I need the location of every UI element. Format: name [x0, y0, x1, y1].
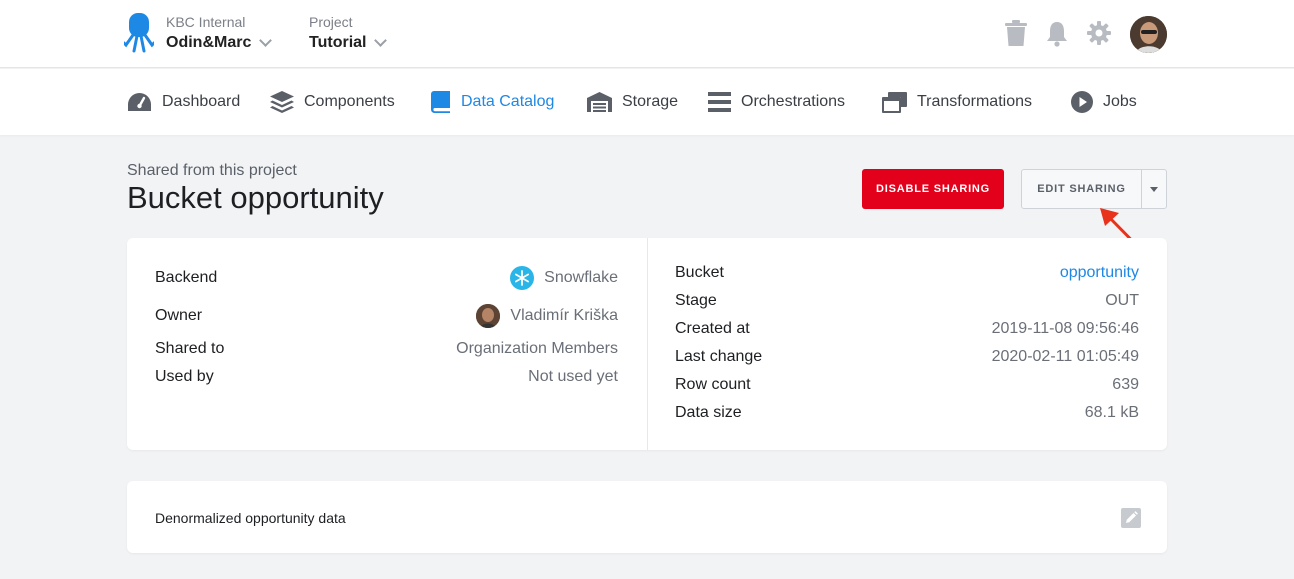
info-key: Data size — [675, 404, 742, 421]
nav-item-transformations[interactable]: Transformations — [882, 91, 1032, 113]
project-label: Project — [309, 14, 353, 30]
info-key: Bucket — [675, 264, 724, 281]
bucket-link[interactable]: opportunity — [1060, 264, 1139, 282]
description-text: Denormalized opportunity data — [155, 510, 346, 526]
info-value: 2019-11-08 09:56:46 — [991, 320, 1139, 337]
info-value: OUT — [1105, 292, 1139, 309]
info-key: Created at — [675, 320, 750, 337]
bucket-info-card: Backend Snowflake Owner Vladimír Kriška … — [127, 238, 1167, 450]
layers-icon — [270, 91, 294, 113]
info-row-data-size: Data size 68.1 kB — [675, 402, 1139, 424]
user-avatar[interactable] — [1130, 16, 1167, 53]
play-circle-icon — [1071, 91, 1093, 113]
keboola-logo-icon[interactable] — [124, 13, 154, 55]
info-value: Organization Members — [456, 340, 618, 357]
nav-item-label: Dashboard — [162, 93, 241, 110]
organization-switcher[interactable]: KBC Internal Odin&Marc — [166, 14, 273, 54]
info-key: Backend — [155, 269, 218, 286]
bell-icon[interactable] — [1046, 21, 1068, 47]
info-value: 639 — [1112, 376, 1139, 393]
page-title: Bucket opportunity — [127, 180, 384, 215]
nav-item-jobs[interactable]: Jobs — [1071, 91, 1137, 113]
nav-item-storage[interactable]: Storage — [587, 91, 678, 113]
info-row-created-at: Created at 2019-11-08 09:56:46 — [675, 318, 1139, 340]
nav-item-label: Jobs — [1103, 93, 1137, 110]
info-row-shared-to: Shared to Organization Members — [155, 338, 618, 360]
nav-item-label: Orchestrations — [741, 93, 846, 110]
edit-sharing-button[interactable]: EDIT SHARING — [1021, 169, 1142, 209]
info-value: Not used yet — [528, 368, 618, 385]
nav-item-label: Components — [304, 93, 395, 110]
organization-name: Odin&Marc — [166, 34, 252, 51]
project-switcher[interactable]: Project Tutorial — [309, 14, 388, 54]
bars-icon — [708, 92, 731, 112]
top-bar: KBC Internal Odin&Marc Project Tutorial — [0, 0, 1294, 68]
nav-item-dashboard[interactable]: Dashboard — [127, 91, 240, 113]
info-key: Owner — [155, 307, 203, 324]
info-row-used-by: Used by Not used yet — [155, 366, 618, 388]
page-subtitle: Shared from this project — [127, 162, 297, 179]
nav-item-components[interactable]: Components — [270, 91, 395, 113]
trash-icon[interactable] — [1005, 20, 1027, 46]
chevron-down-icon — [374, 34, 388, 47]
info-value: Snowflake — [544, 269, 618, 286]
nav-item-label: Storage — [622, 93, 679, 110]
info-key: Last change — [675, 348, 763, 365]
description-card: Denormalized opportunity data — [127, 481, 1167, 553]
info-row-owner: Owner Vladimír Kriška — [155, 304, 618, 328]
info-key: Shared to — [155, 340, 225, 357]
info-value: Vladimír Kriška — [510, 307, 618, 324]
project-name: Tutorial — [309, 34, 367, 51]
nav-item-label: Transformations — [917, 93, 1032, 110]
owner-avatar — [476, 304, 501, 328]
info-key: Used by — [155, 368, 214, 385]
nav-item-data-catalog[interactable]: Data Catalog — [431, 91, 554, 113]
warehouse-icon — [587, 92, 612, 112]
info-value: 2020-02-11 01:05:49 — [991, 348, 1139, 365]
dashboard-icon — [128, 93, 151, 111]
info-row-backend: Backend Snowflake — [155, 266, 618, 290]
edit-description-icon[interactable] — [1121, 508, 1141, 528]
edit-sharing-dropdown-toggle[interactable] — [1141, 169, 1167, 209]
info-row-last-change: Last change 2020-02-11 01:05:49 — [675, 346, 1139, 368]
snowflake-icon — [510, 266, 535, 290]
info-row-row-count: Row count 639 — [675, 374, 1139, 396]
info-key: Row count — [675, 376, 751, 393]
windows-icon — [882, 91, 907, 113]
book-icon — [431, 91, 450, 113]
info-key: Stage — [675, 292, 717, 309]
main-navigation: Dashboard Components Data Catalog Storag… — [0, 69, 1294, 135]
info-value: 68.1 kB — [1084, 404, 1139, 421]
nav-item-orchestrations[interactable]: Orchestrations — [708, 91, 845, 113]
info-row-bucket: Bucket opportunity — [675, 262, 1139, 284]
disable-sharing-button[interactable]: DISABLE SHARING — [862, 169, 1004, 209]
card-divider — [647, 238, 648, 450]
gear-icon[interactable] — [1087, 21, 1111, 45]
chevron-down-icon — [259, 34, 273, 47]
organization-label: KBC Internal — [166, 14, 246, 30]
nav-item-label: Data Catalog — [461, 93, 555, 110]
info-row-stage: Stage OUT — [675, 290, 1139, 312]
